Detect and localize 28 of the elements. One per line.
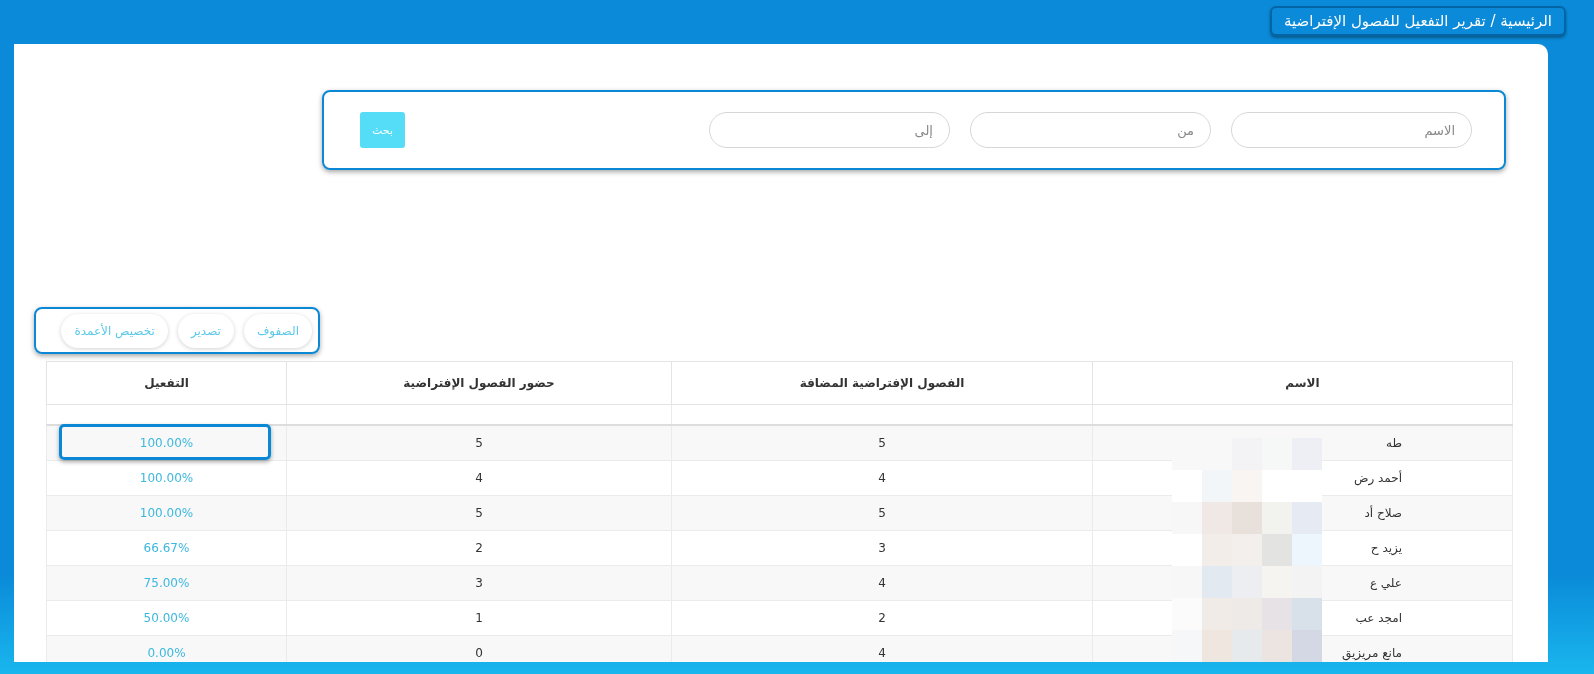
column-header[interactable]: التفعيل <box>46 361 287 405</box>
table-cell: 50.00% <box>46 600 287 636</box>
table-cell: 4 <box>671 460 1093 496</box>
table-cell: 1 <box>286 600 672 636</box>
table-cell: 75.00% <box>46 565 287 601</box>
search-field[interactable]: الاسم <box>1231 112 1472 148</box>
table-cell: 3 <box>286 565 672 601</box>
table-cell: 0 <box>286 635 672 662</box>
search-field[interactable]: من <box>970 112 1211 148</box>
table-cell: 4 <box>671 635 1093 662</box>
table-cell: 4 <box>286 460 672 496</box>
table-cell: 0.00% <box>46 635 287 662</box>
table-cell: 5 <box>671 495 1093 531</box>
table-cell: 2 <box>286 530 672 566</box>
search-field[interactable]: إلى <box>709 112 950 148</box>
table-cell: 100.00% <box>46 495 287 531</box>
column-header[interactable]: الفصول الإفتراضية المضافة <box>671 361 1093 405</box>
table-cell: 66.67% <box>46 530 287 566</box>
table-cell: 5 <box>671 425 1093 461</box>
column-header[interactable]: الاسم <box>1092 361 1513 405</box>
table-cell: 5 <box>286 495 672 531</box>
table-cell: 5 <box>286 425 672 461</box>
column-header[interactable]: حضور الفصول الإفتراضية <box>286 361 672 405</box>
table-cell: 3 <box>671 530 1093 566</box>
table-cell: 2 <box>671 600 1093 636</box>
breadcrumb: الرئيسية / تقرير التفعيل للفصول الإفتراضية <box>1270 6 1566 36</box>
table-cell: 100.00% <box>46 460 287 496</box>
table-cell: 4 <box>671 565 1093 601</box>
